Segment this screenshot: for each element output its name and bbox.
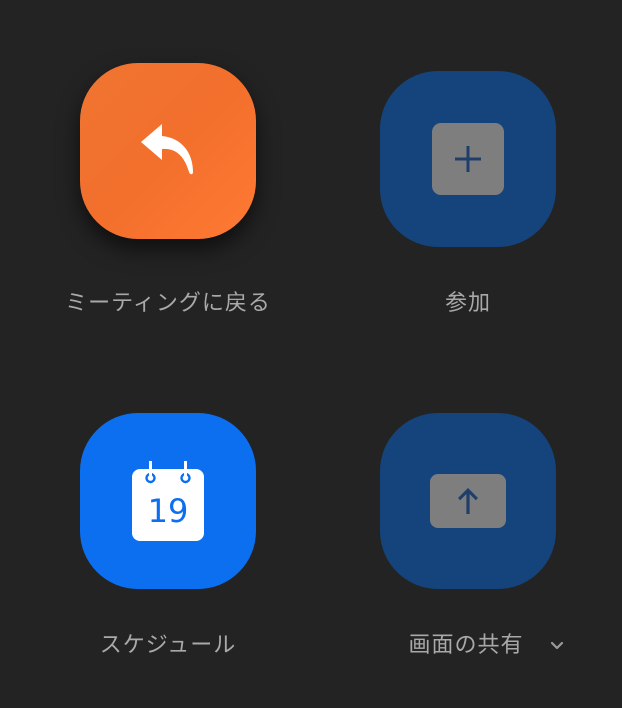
share-screen-label-row: 画面の共有 <box>318 627 622 659</box>
back-to-meeting-label: ミーティングに戻る <box>65 291 271 316</box>
upload-arrow-icon <box>458 488 478 514</box>
chevron-down-icon[interactable] <box>546 635 568 657</box>
schedule-label: スケジュール <box>99 633 237 658</box>
tile-back-to-meeting: ミーティングに戻る <box>18 55 318 385</box>
schedule-button[interactable]: 19 <box>80 413 256 589</box>
join-label: 参加 <box>444 291 491 316</box>
share-screen-label: 画面の共有 <box>408 633 524 658</box>
reply-arrow-icon <box>141 124 193 175</box>
tile-share-screen: 画面の共有 <box>318 405 618 708</box>
join-button[interactable] <box>380 71 556 247</box>
share-screen-icon-box <box>430 474 506 528</box>
join-icon-box <box>432 123 504 195</box>
tile-join: 参加 <box>318 55 618 385</box>
calendar-day-number: 19 <box>147 492 189 530</box>
tile-schedule: 19 スケジュール <box>18 405 318 708</box>
calendar-icon: 19 <box>132 461 204 541</box>
plus-icon <box>455 146 481 172</box>
home-action-grid: ミーティングに戻る 参加 19 スケジュール 画面の共有 <box>0 0 622 708</box>
share-screen-button[interactable] <box>380 413 556 589</box>
back-to-meeting-button[interactable] <box>80 63 256 239</box>
